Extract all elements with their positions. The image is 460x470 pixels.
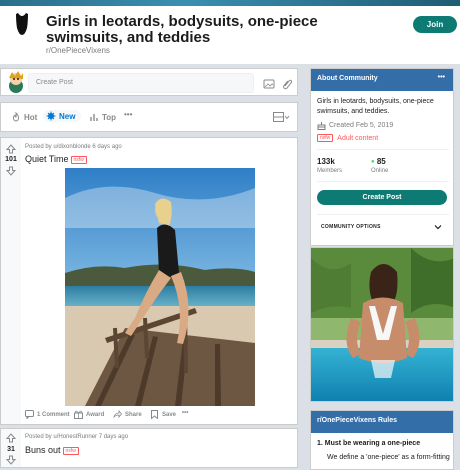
- create-post-input[interactable]: Create Post: [28, 73, 254, 93]
- share-label: Share: [125, 411, 142, 418]
- vote-count: 31: [7, 446, 15, 453]
- award-button[interactable]: Award: [74, 410, 104, 419]
- vote-column: 31: [1, 429, 21, 467]
- flame-icon: [12, 112, 20, 122]
- divider: [317, 214, 449, 215]
- save-label: Save: [162, 411, 177, 418]
- sort-bar: Hot New Top •••: [0, 102, 298, 132]
- post-card[interactable]: 101 Posted by u/dixonblonde 6 days ago Q…: [0, 137, 298, 425]
- post-title-text: Buns out: [25, 445, 61, 455]
- online-count-value: 85: [376, 157, 386, 166]
- create-post-button[interactable]: Create Post: [317, 190, 447, 205]
- comments-label: 1 Comment: [37, 411, 70, 418]
- adult-content-label: Adult content: [337, 134, 379, 142]
- divider: [317, 181, 449, 182]
- view-toggle[interactable]: [273, 112, 294, 122]
- bar-chart-icon: [90, 114, 98, 121]
- adult-content-flag: nsfw Adult content: [317, 134, 378, 142]
- sort-hot[interactable]: Hot: [11, 112, 37, 122]
- vote-column: 101: [1, 138, 21, 424]
- post-meta: Posted by u/dixonblonde 6 days ago: [25, 144, 122, 150]
- sort-new[interactable]: New: [43, 110, 82, 122]
- community-options[interactable]: COMMUNITY OPTIONS: [321, 224, 381, 230]
- online-label: Online: [371, 168, 389, 174]
- user-avatar[interactable]: [5, 70, 27, 94]
- cake-icon: [317, 122, 326, 130]
- about-community-card: About Community ••• Girls in leotards, b…: [310, 68, 454, 246]
- community-avatar[interactable]: [6, 8, 38, 40]
- members-count: 133k: [317, 157, 335, 166]
- rule-item[interactable]: 1. Must be wearing a one-piece: [317, 440, 420, 447]
- about-community-header: About Community •••: [311, 69, 453, 91]
- save-button[interactable]: Save: [150, 410, 176, 419]
- post-title[interactable]: Buns out nsfw: [25, 445, 79, 455]
- comment-icon: [25, 410, 34, 419]
- nsfw-badge: nsfw: [317, 134, 334, 142]
- sort-new-label: New: [59, 111, 76, 121]
- post-meta: Posted by u/HonestRunner 7 days ago: [25, 434, 129, 440]
- online-dot-icon: ●: [371, 158, 375, 165]
- award-label: Award: [86, 411, 105, 418]
- created-date: Created Feb 5, 2019: [317, 121, 393, 130]
- post-title-text: Quiet Time: [25, 154, 69, 164]
- downvote-icon[interactable]: [6, 455, 16, 465]
- sort-top-label: Top: [102, 112, 117, 122]
- nsfw-badge: nsfw: [70, 155, 87, 164]
- gift-icon: [74, 410, 83, 419]
- image-icon[interactable]: [263, 77, 275, 89]
- upvote-icon[interactable]: [6, 144, 16, 154]
- link-icon[interactable]: [281, 77, 293, 90]
- online-count: ● 85: [371, 157, 386, 166]
- community-header: Girls in leotards, bodysuits, one-piece …: [0, 6, 460, 64]
- create-post-bar: Create Post: [0, 68, 298, 96]
- card-view-icon: [273, 112, 290, 122]
- upvote-icon[interactable]: [6, 433, 16, 443]
- created-date-text: Created Feb 5, 2019: [329, 122, 394, 129]
- share-button[interactable]: Share: [113, 410, 142, 419]
- sort-hot-label: Hot: [24, 112, 38, 122]
- rule-description: We define a 'one-piece' as a form-fittin…: [327, 454, 450, 461]
- chevron-down-icon[interactable]: [434, 223, 442, 231]
- downvote-icon[interactable]: [6, 166, 16, 176]
- post-more-button[interactable]: •••: [182, 410, 188, 416]
- join-button[interactable]: Join: [413, 16, 457, 33]
- sparkle-icon: [46, 111, 56, 121]
- post-title[interactable]: Quiet Time nsfw: [25, 154, 87, 164]
- nsfw-badge: nsfw: [62, 446, 79, 455]
- share-icon: [113, 410, 122, 419]
- about-more-button[interactable]: •••: [438, 74, 445, 81]
- sort-top[interactable]: Top: [89, 112, 116, 122]
- vote-count: 101: [5, 156, 17, 163]
- sort-more-button[interactable]: •••: [124, 110, 132, 119]
- post-image[interactable]: [65, 168, 255, 406]
- about-community-title: About Community: [317, 75, 378, 82]
- community-description: Girls in leotards, bodysuits, one-piece …: [317, 98, 434, 115]
- page-title: Girls in leotards, bodysuits, one-piece …: [46, 13, 318, 46]
- rules-card: r/OnePieceVixens Rules 1. Must be wearin…: [310, 410, 454, 470]
- divider: [317, 149, 449, 150]
- rules-header: r/OnePieceVixens Rules: [311, 411, 453, 433]
- comments-button[interactable]: 1 Comment: [25, 410, 70, 419]
- members-label: Members: [317, 168, 343, 174]
- bookmark-icon: [151, 410, 158, 419]
- subreddit-name: r/OnePieceVixens: [46, 46, 110, 55]
- post-card[interactable]: 31 Posted by u/HonestRunner 7 days ago B…: [0, 428, 298, 468]
- sidebar-image: [310, 247, 454, 402]
